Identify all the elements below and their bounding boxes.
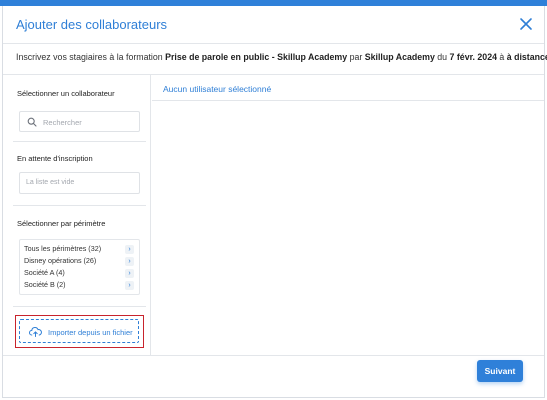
scope-list: Tous les périmètres (32) › Disney opérat… — [19, 239, 140, 295]
add-collaborators-modal: Ajouter des collaborateurs Inscrivez vos… — [2, 6, 547, 398]
pending-label: En attente d'inscription — [17, 154, 93, 163]
search-field[interactable] — [19, 111, 140, 132]
subtitle-prefix: Inscrivez vos stagiaires à la formation — [16, 52, 166, 62]
scope-label: Sélectionner par périmètre — [17, 219, 106, 228]
selected-users-header: Aucun utilisateur sélectionné — [152, 75, 544, 101]
select-collaborator-label: Sélectionner un collaborateur — [17, 89, 115, 98]
subtitle-course: Prise de parole en public - Skillup Acad… — [165, 52, 348, 62]
modal-title: Ajouter des collaborateurs — [16, 17, 168, 32]
divider — [13, 141, 146, 142]
divider — [13, 205, 146, 206]
scope-item-societe-a[interactable]: Société A (4) › — [24, 268, 137, 280]
modal-header: Ajouter des collaborateurs — [3, 6, 544, 44]
import-file-button[interactable]: Importer depuis un fichier — [19, 319, 139, 343]
scope-item-disney[interactable]: Disney opérations (26) › — [24, 256, 137, 268]
modal-subtitle: Inscrivez vos stagiaires à la formation … — [16, 52, 547, 62]
selected-users-panel: Aucun utilisateur sélectionné — [152, 75, 544, 355]
modal-body: Sélectionner un collaborateur En attente… — [3, 74, 544, 356]
chevron-right-icon: › — [125, 257, 134, 266]
next-button[interactable]: Suivant — [477, 360, 523, 382]
scope-item-label: Société B (2) — [24, 280, 66, 289]
scope-item-label: Société A (4) — [24, 268, 65, 277]
subtitle-at: à — [496, 52, 507, 62]
subtitle-by: par — [347, 52, 365, 62]
cloud-upload-icon — [29, 327, 42, 337]
search-input[interactable] — [43, 115, 135, 129]
import-highlight-box: Importer depuis un fichier — [15, 315, 144, 348]
subtitle-organizer: Skillup Academy — [364, 52, 435, 62]
scope-item-label: Tous les périmètres (32) — [24, 244, 102, 253]
left-panel: Sélectionner un collaborateur En attente… — [3, 75, 151, 355]
scope-item-label: Disney opérations (26) — [24, 256, 97, 265]
divider — [13, 306, 146, 307]
close-icon[interactable] — [518, 16, 534, 32]
no-user-selected-text: Aucun utilisateur sélectionné — [163, 84, 272, 94]
import-file-label: Importer depuis un fichier — [48, 328, 133, 337]
chevron-right-icon: › — [125, 269, 134, 278]
subtitle-on: du — [434, 52, 450, 62]
subtitle-mode: à distance — [506, 52, 547, 62]
chevron-right-icon: › — [125, 245, 134, 254]
chevron-right-icon: › — [125, 281, 134, 290]
pending-empty-list: La liste est vide — [19, 172, 140, 194]
search-icon — [27, 117, 37, 127]
subtitle-date: 7 févr. 2024 — [449, 52, 497, 62]
scope-item-societe-b[interactable]: Société B (2) › — [24, 280, 137, 292]
scope-item-all[interactable]: Tous les périmètres (32) › — [24, 244, 137, 256]
